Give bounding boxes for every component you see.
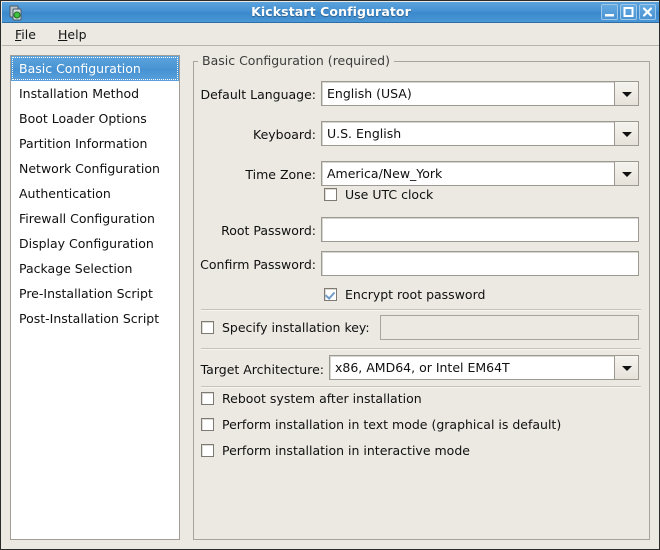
time-zone-value: America/New_York bbox=[321, 161, 614, 186]
default-language-label: Default Language: bbox=[198, 87, 316, 102]
chevron-down-icon[interactable] bbox=[614, 355, 639, 380]
menu-item-help-label: elp bbox=[67, 27, 86, 42]
checkbox-box[interactable] bbox=[324, 188, 337, 201]
sidebar-item-label: Package Selection bbox=[19, 261, 132, 276]
sidebar-item-label: Partition Information bbox=[19, 136, 147, 151]
checkbox-box[interactable] bbox=[324, 288, 337, 301]
sidebar-item-label: Pre-Installation Script bbox=[19, 286, 153, 301]
menu-item-help[interactable]: Help bbox=[51, 26, 94, 43]
sidebar-item-installation-method[interactable]: Installation Method bbox=[11, 81, 179, 106]
encrypt-root-password-label: Encrypt root password bbox=[345, 287, 485, 302]
checkbox-box[interactable] bbox=[201, 418, 214, 431]
confirm-password-label: Confirm Password: bbox=[198, 257, 316, 272]
root-password-label: Root Password: bbox=[198, 223, 316, 238]
sidebar-item-label: Firewall Configuration bbox=[19, 211, 155, 226]
installation-key-field[interactable] bbox=[380, 315, 639, 340]
divider bbox=[201, 386, 641, 388]
sidebar-item-partition-information[interactable]: Partition Information bbox=[11, 131, 179, 156]
sidebar-item-label: Post-Installation Script bbox=[19, 311, 159, 326]
menu-item-file[interactable]: File bbox=[8, 26, 43, 43]
target-architecture-combo[interactable]: x86, AMD64, or Intel EM64T bbox=[329, 355, 639, 380]
sidebar-item-post-installation-script[interactable]: Post-Installation Script bbox=[11, 306, 179, 331]
target-architecture-label: Target Architecture: bbox=[198, 362, 324, 377]
root-password-field[interactable] bbox=[321, 217, 639, 242]
menu-bar: File Help bbox=[2, 23, 660, 46]
encrypt-root-password-checkbox[interactable]: Encrypt root password bbox=[324, 287, 485, 302]
window-controls bbox=[601, 4, 656, 20]
chevron-down-icon[interactable] bbox=[614, 121, 639, 146]
sidebar-item-label: Display Configuration bbox=[19, 236, 154, 251]
minimize-icon[interactable] bbox=[601, 4, 618, 20]
sidebar-item-label: Installation Method bbox=[19, 86, 139, 101]
sidebar-item-label: Boot Loader Options bbox=[19, 111, 147, 126]
default-language-combo[interactable]: English (USA) bbox=[321, 81, 639, 106]
checkbox-box[interactable] bbox=[201, 321, 214, 334]
sidebar-item-package-selection[interactable]: Package Selection bbox=[11, 256, 179, 281]
divider bbox=[201, 348, 641, 350]
time-zone-combo[interactable]: America/New_York bbox=[321, 161, 639, 186]
navigation-list[interactable]: Basic Configuration Installation Method Bo… bbox=[10, 55, 180, 540]
sidebar-item-label: Network Configuration bbox=[19, 161, 160, 176]
sidebar-item-network-configuration[interactable]: Network Configuration bbox=[11, 156, 179, 181]
use-utc-clock-label: Use UTC clock bbox=[345, 187, 433, 202]
menu-item-file-label: ile bbox=[21, 27, 36, 42]
keyboard-value: U.S. English bbox=[321, 121, 614, 146]
checkbox-box[interactable] bbox=[201, 444, 214, 457]
specify-installation-key-checkbox[interactable]: Specify installation key: bbox=[201, 320, 370, 335]
group-legend: Basic Configuration (required) bbox=[198, 53, 394, 68]
confirm-password-field[interactable] bbox=[321, 251, 639, 276]
reboot-after-install-checkbox[interactable]: Reboot system after installation bbox=[201, 391, 422, 406]
interactive-mode-install-checkbox[interactable]: Perform installation in interactive mode bbox=[201, 443, 470, 458]
close-icon[interactable] bbox=[639, 4, 656, 20]
interactive-mode-install-label: Perform installation in interactive mode bbox=[222, 443, 470, 458]
maximize-icon[interactable] bbox=[620, 4, 637, 20]
keyboard-label: Keyboard: bbox=[198, 127, 316, 142]
chevron-down-icon[interactable] bbox=[614, 161, 639, 186]
use-utc-clock-checkbox[interactable]: Use UTC clock bbox=[324, 187, 433, 202]
application-window: Kickstart Configurator bbox=[0, 0, 660, 550]
time-zone-label: Time Zone: bbox=[198, 167, 316, 182]
sidebar-item-basic-configuration[interactable]: Basic Configuration bbox=[11, 56, 179, 81]
sidebar-item-display-configuration[interactable]: Display Configuration bbox=[11, 231, 179, 256]
target-architecture-value: x86, AMD64, or Intel EM64T bbox=[329, 355, 614, 380]
window-title: Kickstart Configurator bbox=[2, 4, 660, 19]
default-language-value: English (USA) bbox=[321, 81, 614, 106]
sidebar-item-firewall-configuration[interactable]: Firewall Configuration bbox=[11, 206, 179, 231]
text-mode-install-checkbox[interactable]: Perform installation in text mode (graph… bbox=[201, 417, 561, 432]
text-mode-install-label: Perform installation in text mode (graph… bbox=[222, 417, 561, 432]
sidebar-item-pre-installation-script[interactable]: Pre-Installation Script bbox=[11, 281, 179, 306]
sidebar-item-authentication[interactable]: Authentication bbox=[11, 181, 179, 206]
sidebar-item-label: Authentication bbox=[19, 186, 111, 201]
checkbox-box[interactable] bbox=[201, 392, 214, 405]
sidebar-item-boot-loader-options[interactable]: Boot Loader Options bbox=[11, 106, 179, 131]
specify-installation-key-label: Specify installation key: bbox=[222, 320, 370, 335]
reboot-after-install-label: Reboot system after installation bbox=[222, 391, 422, 406]
chevron-down-icon[interactable] bbox=[614, 81, 639, 106]
keyboard-combo[interactable]: U.S. English bbox=[321, 121, 639, 146]
divider bbox=[201, 309, 641, 311]
title-bar[interactable]: Kickstart Configurator bbox=[2, 2, 660, 23]
sidebar-item-label: Basic Configuration bbox=[19, 61, 141, 76]
